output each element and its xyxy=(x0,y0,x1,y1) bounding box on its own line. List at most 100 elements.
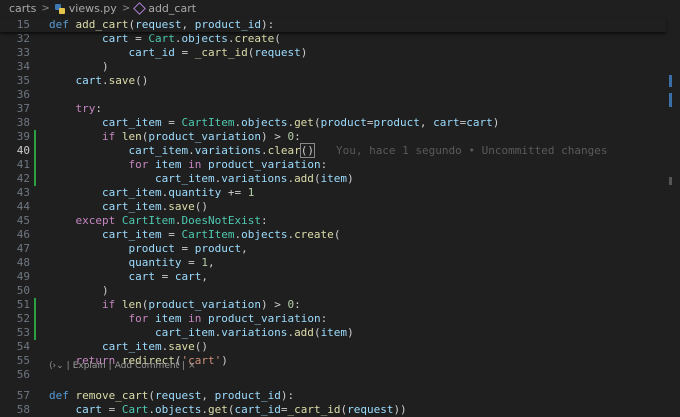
divider: | xyxy=(66,361,70,371)
token: . xyxy=(188,144,195,157)
code-line[interactable]: 48 quantity = 1, xyxy=(0,256,666,270)
added-line-indicator[interactable] xyxy=(34,298,36,312)
token: variations xyxy=(221,326,288,339)
token: objects xyxy=(241,228,288,241)
token: add xyxy=(294,172,314,185)
line-number: 52 xyxy=(16,312,30,325)
divider: | xyxy=(108,361,112,371)
token: request xyxy=(254,46,301,59)
code-line[interactable]: 52 for item in product_variation: xyxy=(0,312,666,326)
code-line[interactable]: 46 cart_item = CartItem.objects.create( xyxy=(0,228,666,242)
added-line-indicator[interactable] xyxy=(34,172,36,186)
token: product xyxy=(373,116,420,129)
added-line-indicator[interactable] xyxy=(34,144,36,158)
code-line[interactable]: 43 cart_item.quantity += 1 xyxy=(0,186,666,200)
scroll-marker xyxy=(669,177,672,185)
breadcrumb-separator-icon: > xyxy=(121,3,131,14)
line-number: 56 xyxy=(16,368,30,381)
line-number: 51 xyxy=(16,298,30,311)
token: )) xyxy=(393,403,407,416)
added-line-indicator[interactable] xyxy=(34,130,36,144)
token: ) xyxy=(49,60,109,73)
line-number: 45 xyxy=(16,214,30,227)
close-icon[interactable]: × xyxy=(188,361,196,371)
token: if xyxy=(101,298,116,311)
line-number: 43 xyxy=(16,186,30,199)
breadcrumb-file[interactable]: views.py xyxy=(69,2,117,15)
token: : xyxy=(320,312,328,325)
breadcrumb-symbol[interactable]: add_cart xyxy=(148,2,196,15)
token: : xyxy=(320,158,328,171)
token: . xyxy=(260,144,268,157)
token: item xyxy=(154,312,182,325)
python-file-icon xyxy=(54,3,65,14)
token: , xyxy=(181,18,195,31)
code-line[interactable]: 44 cart_item.save() xyxy=(0,200,666,214)
explain-link[interactable]: Explain xyxy=(73,361,106,371)
line-number: 38 xyxy=(16,116,30,129)
code-line[interactable]: 41 for item in product_variation: xyxy=(0,158,666,172)
code-line[interactable]: 33 cart_id = _cart_id(request) xyxy=(0,46,666,60)
code-line[interactable]: 49 cart = cart, xyxy=(0,270,666,284)
token: len xyxy=(121,298,142,311)
scroll-marker xyxy=(669,93,672,107)
code-line[interactable]: 32 cart = Cart.objects.create( xyxy=(0,32,666,46)
vertical-scrollbar[interactable] xyxy=(666,17,680,417)
token: except xyxy=(75,214,116,227)
code-line[interactable]: 42 cart_item.variations.add(item) xyxy=(0,172,666,186)
token: = xyxy=(154,270,175,283)
code-line[interactable]: 50 ) xyxy=(0,284,666,298)
token: CartItem xyxy=(181,116,235,129)
added-line-indicator[interactable] xyxy=(34,326,36,340)
token: () xyxy=(194,200,208,213)
added-line-indicator[interactable] xyxy=(34,312,36,326)
line-number: 49 xyxy=(16,270,30,283)
sticky-scroll-line[interactable]: 15 def add_cart(request, product_id): xyxy=(0,18,666,32)
add-comment-link[interactable]: Add Comment xyxy=(115,361,179,371)
code-line[interactable]: 53 cart_item.variations.add(item) xyxy=(0,326,666,340)
code-line[interactable]: 45 except CartItem.DoesNotExist: xyxy=(0,214,666,228)
token: product xyxy=(194,242,242,255)
code-line[interactable]: 54 cart_item.save() xyxy=(0,340,666,354)
sparkle-icon[interactable]: ⟨›⌄ xyxy=(49,361,64,371)
code-line[interactable]: 58 cart = Cart.objects.get(cart_id=_cart… xyxy=(0,403,666,417)
code-line[interactable]: 40 cart_item.variations.clear() You, hace… xyxy=(0,143,666,158)
token: cart_item xyxy=(101,200,162,213)
code-line[interactable]: 47 product = product, xyxy=(0,242,666,256)
token: product_id xyxy=(194,18,261,31)
token: for xyxy=(128,312,149,325)
token: ( xyxy=(313,326,321,339)
code-text: cart = Cart.objects.create( xyxy=(49,32,281,46)
code-line[interactable]: 39 if len(product_variation) > 0: xyxy=(0,130,666,144)
code-line[interactable]: 34 ) xyxy=(0,60,666,74)
token: = xyxy=(181,256,202,269)
code-line[interactable]: 36 xyxy=(0,88,666,102)
code-line[interactable]: 38 cart_item = CartItem.objects.get(prod… xyxy=(0,116,666,130)
code-text: cart = cart, xyxy=(49,270,208,284)
code-area[interactable]: 15 def add_cart(request, product_id): 32 c… xyxy=(0,17,666,417)
token: ) > xyxy=(260,130,288,143)
code-line[interactable]: 57 def remove_cart(request, product_id): xyxy=(0,389,666,403)
breadcrumb: carts > views.py > add_cart xyxy=(0,0,680,17)
code-line[interactable]: 35 cart.save() xyxy=(0,74,666,88)
token: cart xyxy=(433,116,460,129)
breadcrumb-folder[interactable]: carts xyxy=(9,2,36,15)
token: ( xyxy=(274,32,281,45)
breadcrumb-separator-icon: > xyxy=(41,3,50,14)
code-line[interactable]: 37 try: xyxy=(0,102,666,116)
token: ) xyxy=(49,284,109,297)
added-line-indicator[interactable] xyxy=(34,158,36,172)
code-line[interactable]: 51 if len(product_variation) > 0: xyxy=(0,298,666,312)
